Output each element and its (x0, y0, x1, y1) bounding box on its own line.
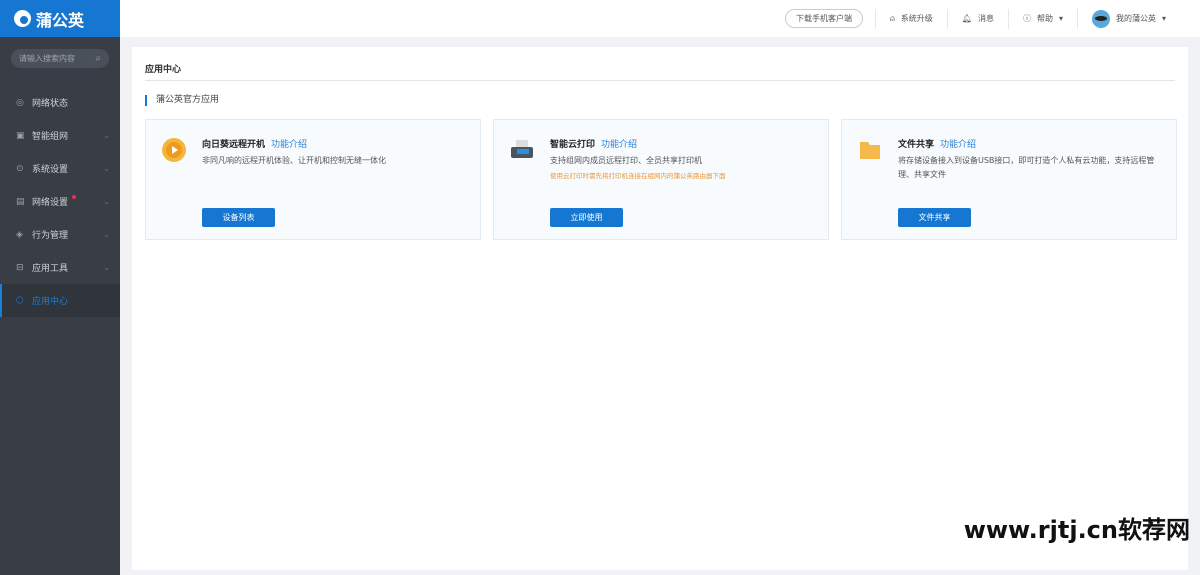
search-input[interactable] (19, 54, 89, 63)
notification-dot (72, 195, 76, 199)
printer-icon (511, 140, 533, 158)
search-icon[interactable]: ⌕ (95, 53, 101, 64)
app-card-cloud-print: 智能云打印 功能介绍 支持组网内成员远程打印、全员共享打印机 使用云打印时需先将打… (493, 119, 829, 240)
sidebar-item-label: 智能组网 (32, 132, 69, 142)
account-menu[interactable]: 我的蒲公英 ▾ (1076, 8, 1180, 29)
content-panel: 应用中心 蒲公英官方应用 向日葵远程开机 功能介绍 非同凡响的远程开机体验、让开机… (132, 47, 1188, 570)
chevron-down-icon: ⌄ (103, 197, 110, 206)
network-icon: ▣ (16, 130, 25, 141)
sidebar-item-label: 网络设置 (32, 198, 69, 208)
sidebar-item-system-settings[interactable]: ⊙ 系统设置 ⌄ (0, 152, 120, 185)
settings-icon: ▤ (16, 196, 25, 207)
card-title: 文件共享 (898, 140, 935, 150)
sidebar-item-label: 应用工具 (32, 264, 69, 274)
globe-icon: ◎ (16, 97, 24, 108)
eye-icon: ◈ (16, 229, 23, 240)
divider (145, 80, 1175, 81)
help-icon: ⓘ (1022, 14, 1031, 23)
topbar: 下载手机客户端 ⍝ 系统升级 🔔︎ 消息 ⓘ 帮助 ▾ 我的蒲公英 ▾ (120, 0, 1200, 37)
sidebar-item-label: 应用中心 (32, 297, 69, 307)
device-list-button[interactable]: 设备列表 (202, 208, 275, 227)
sidebar-item-smart-networking[interactable]: ▣ 智能组网 ⌄ (0, 119, 120, 152)
sidebar-item-label: 网络状态 (32, 99, 69, 109)
sidebar-item-behavior-management[interactable]: ◈ 行为管理 ⌄ (0, 218, 120, 251)
bell-icon: 🔔︎ (961, 14, 972, 23)
toolbox-icon: ⊟ (16, 262, 24, 273)
feature-intro-link[interactable]: 功能介绍 (271, 140, 307, 150)
sidebar-item-label: 行为管理 (32, 231, 69, 241)
chevron-down-icon: ⌄ (103, 164, 110, 173)
upgrade-button[interactable]: ⍝ 系统升级 (875, 8, 947, 29)
sidebar-item-label: 系统设置 (32, 165, 69, 175)
file-share-button[interactable]: 文件共享 (898, 208, 971, 227)
sidebar-item-network-settings[interactable]: ▤ 网络设置 ⌄ (0, 185, 120, 218)
logo-text: 蒲公英 (36, 10, 85, 30)
messages-label: 消息 (977, 14, 994, 23)
messages-button[interactable]: 🔔︎ 消息 (946, 8, 1008, 29)
logo-icon (14, 10, 31, 27)
sidebar-item-network-status[interactable]: ◎ 网络状态 (0, 86, 120, 119)
search-box: ⌕ (11, 49, 109, 68)
sidebar-item-app-tools[interactable]: ⊟ 应用工具 ⌄ (0, 251, 120, 284)
download-client-button[interactable]: 下载手机客户端 (785, 9, 863, 28)
gear-icon: ⊙ (16, 163, 24, 174)
folder-icon (860, 142, 880, 159)
sunflower-icon (162, 138, 186, 162)
caret-down-icon: ▾ (1161, 14, 1166, 23)
logo[interactable]: 蒲公英 (0, 0, 120, 37)
upgrade-icon: ⍝ (890, 13, 895, 23)
card-description: 将存储设备接入到设备USB接口，即可打造个人私有云功能，支持远程管理、共享文件 (898, 156, 1155, 179)
section-title: 蒲公英官方应用 (145, 95, 219, 106)
chevron-down-icon: ⌄ (103, 230, 110, 239)
feature-intro-link[interactable]: 功能介绍 (940, 140, 976, 150)
page-title: 应用中心 (145, 65, 182, 75)
help-label: 帮助 (1036, 14, 1053, 23)
caret-down-icon: ▾ (1058, 14, 1063, 23)
help-menu[interactable]: ⓘ 帮助 ▾ (1007, 8, 1077, 29)
watermark: www.rjtj.cn软荐网 (963, 516, 1190, 544)
account-label: 我的蒲公英 (1115, 14, 1156, 23)
card-warning: 使用云打印时需先将打印机连接在组网内的蒲公英路由器下面 (550, 172, 726, 180)
upgrade-label: 系统升级 (900, 14, 933, 23)
feature-intro-link[interactable]: 功能介绍 (601, 140, 637, 150)
card-description: 非同凡响的远程开机体验、让开机和控制无缝一体化 (202, 156, 386, 165)
card-description: 支持组网内成员远程打印、全员共享打印机 (550, 156, 702, 165)
avatar (1091, 9, 1110, 28)
use-now-button[interactable]: 立即使用 (550, 208, 623, 227)
app-card-file-share: 文件共享 功能介绍 将存储设备接入到设备USB接口，即可打造个人私有云功能，支持远… (841, 119, 1177, 240)
chevron-down-icon: ⌄ (103, 131, 110, 140)
sidebar-item-app-center[interactable]: ⬡ 应用中心 (0, 284, 120, 317)
cube-icon: ⬡ (16, 295, 24, 306)
app-card-remote-boot: 向日葵远程开机 功能介绍 非同凡响的远程开机体验、让开机和控制无缝一体化 设备列表 (145, 119, 481, 240)
sidebar: 蒲公英 ⌕ ◎网络状态 ▣智能组网⌄ ⊙系统设置⌄ ▤网络设置⌄ ◈行为管理⌄ … (0, 0, 120, 575)
card-title: 向日葵远程开机 (202, 140, 266, 150)
chevron-down-icon: ⌄ (103, 263, 110, 272)
card-title: 智能云打印 (550, 140, 596, 150)
